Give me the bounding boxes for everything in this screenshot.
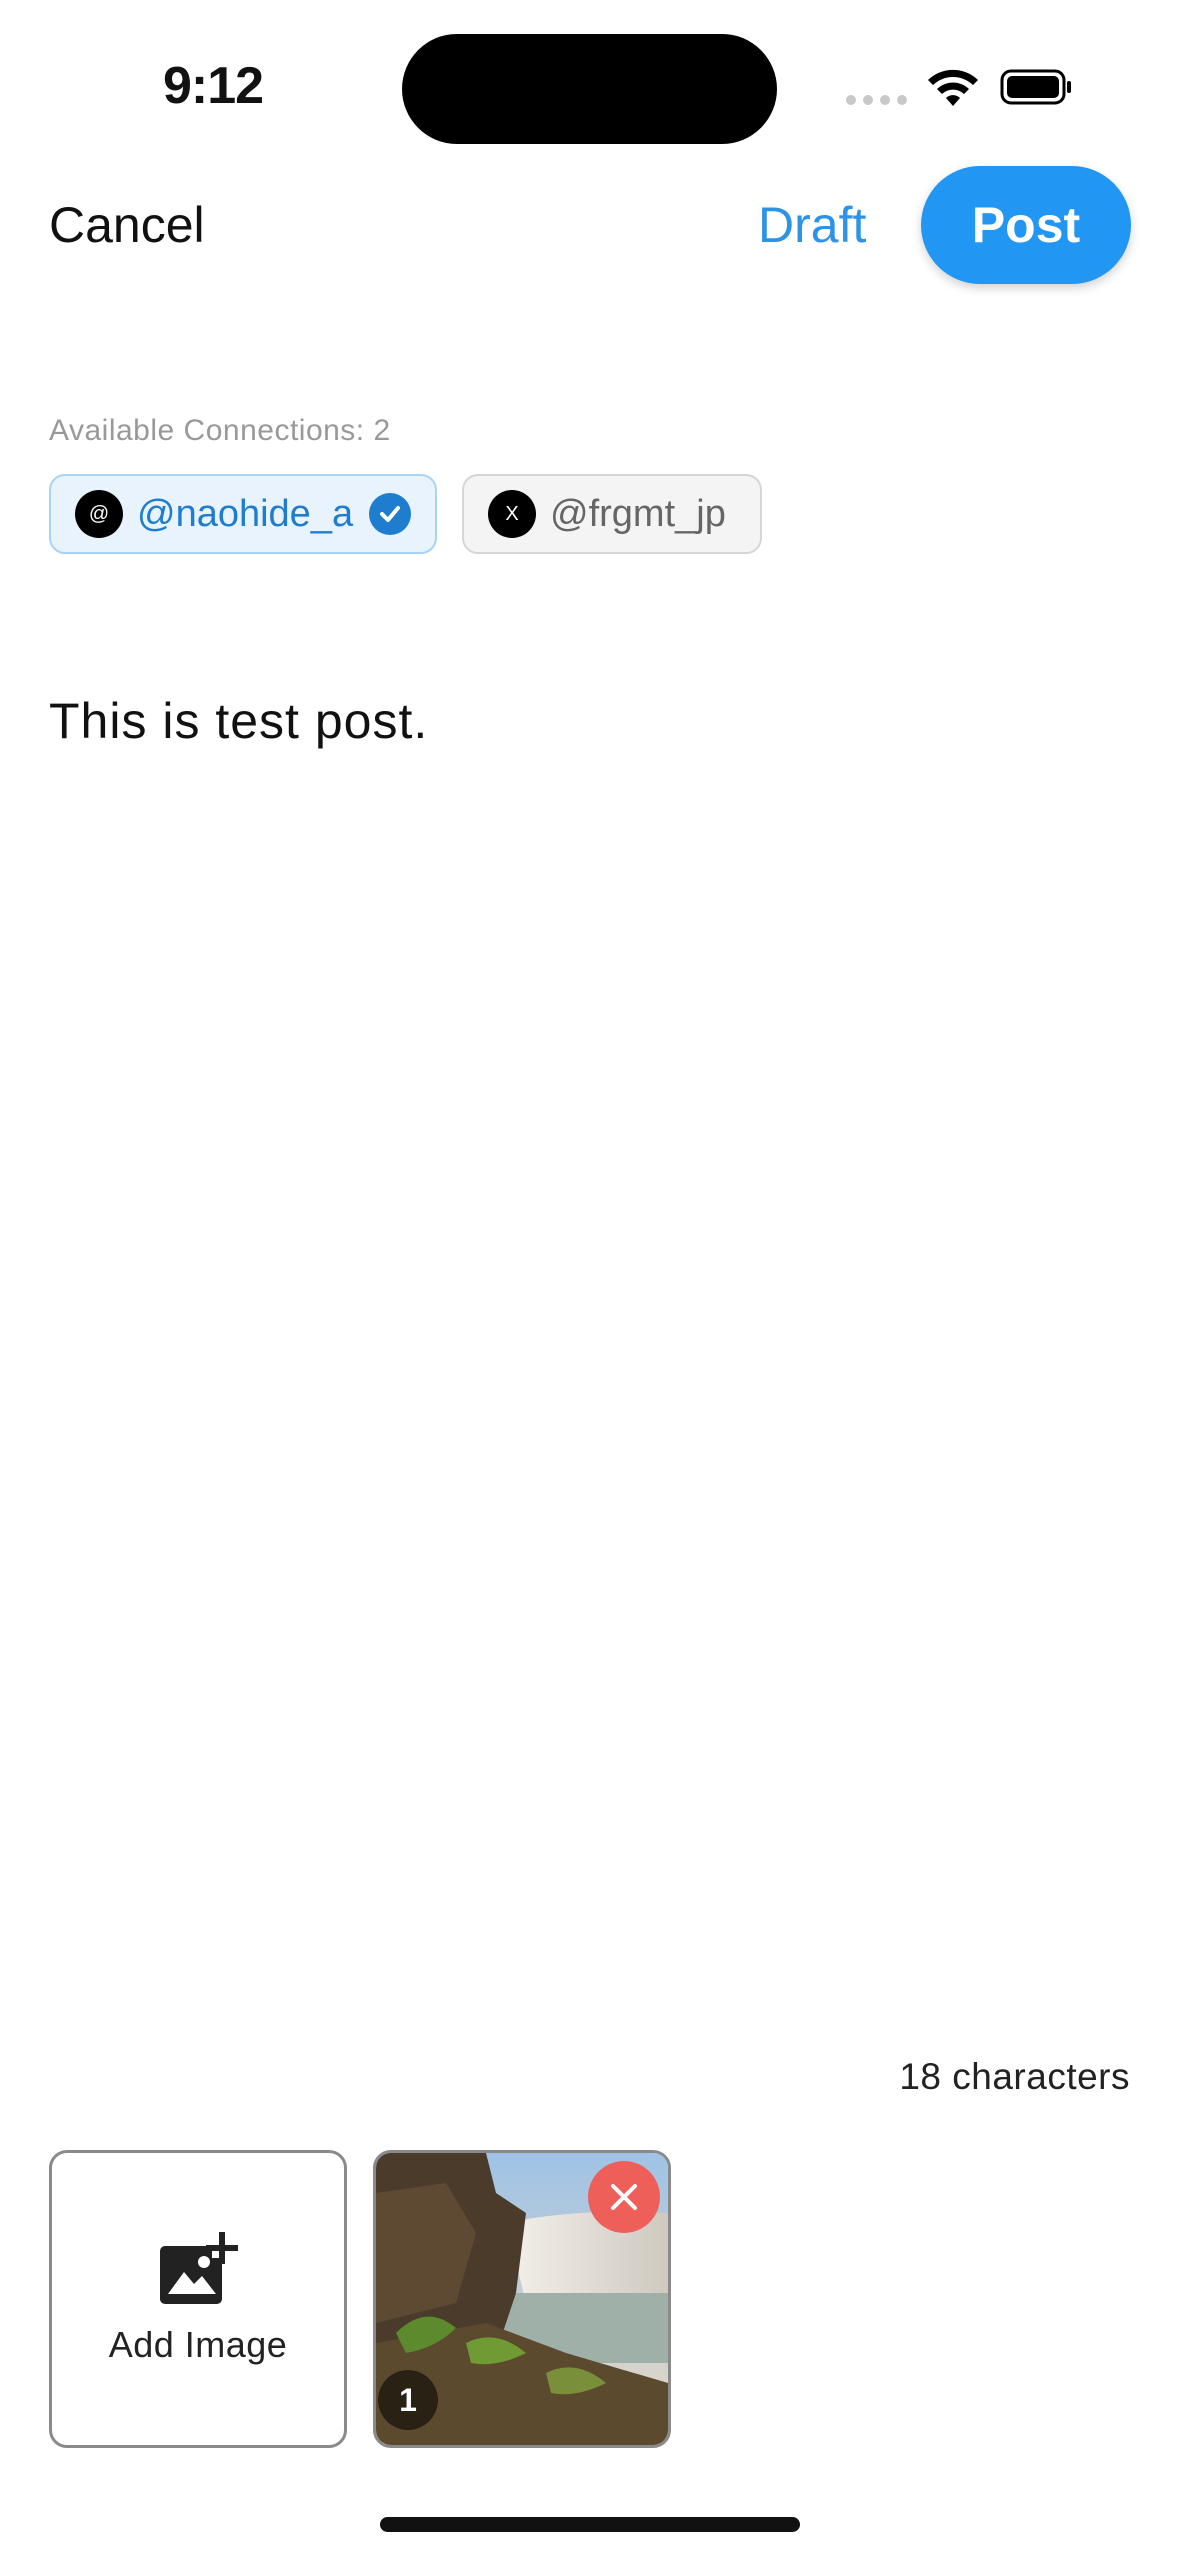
- check-icon: [369, 493, 411, 535]
- connection-handle: @frgmt_jp: [550, 492, 726, 535]
- home-indicator: [380, 2517, 800, 2532]
- post-text-editor[interactable]: This is test post.: [49, 692, 428, 750]
- threads-avatar-icon: @: [75, 490, 123, 538]
- add-photo-icon: [160, 2232, 238, 2304]
- image-index-badge: 1: [378, 2370, 438, 2430]
- connection-chip-frgmt[interactable]: X @frgmt_jp: [462, 474, 762, 554]
- dynamic-island: [402, 34, 777, 144]
- cellular-signal-icon: [846, 95, 907, 105]
- connection-chip-naohide[interactable]: @ @naohide_a: [49, 474, 437, 554]
- remove-image-button[interactable]: [588, 2161, 660, 2233]
- battery-icon: [1000, 69, 1071, 105]
- close-icon: [611, 2184, 637, 2210]
- status-time: 9:12: [163, 57, 264, 115]
- compose-screen: 9:12 Cancel Draft Post Available Connect…: [0, 0, 1179, 2556]
- cancel-button[interactable]: Cancel: [49, 196, 205, 254]
- x-avatar-icon: X: [488, 490, 536, 538]
- available-connections-label: Available Connections: 2: [49, 414, 391, 447]
- draft-button[interactable]: Draft: [758, 196, 866, 254]
- character-count: 18 characters: [899, 2056, 1130, 2097]
- wifi-icon: [928, 69, 978, 106]
- connection-handle: @naohide_a: [137, 492, 354, 535]
- post-button[interactable]: Post: [921, 166, 1131, 284]
- add-image-label: Add Image: [108, 2324, 288, 2365]
- add-image-button[interactable]: Add Image: [49, 2150, 347, 2448]
